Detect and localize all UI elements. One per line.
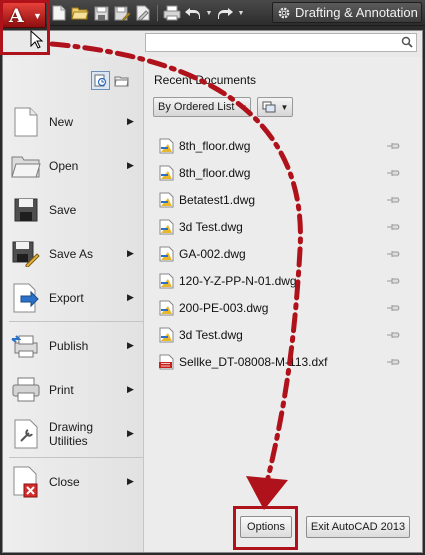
options-button[interactable]: Options (240, 516, 292, 538)
chevron-down-icon[interactable]: ▼ (205, 4, 213, 22)
menu-divider (9, 321, 143, 322)
dwg-file-icon (159, 246, 174, 262)
menu-item-open[interactable]: Open ▶ (3, 145, 143, 187)
recent-documents-view-icon[interactable] (91, 71, 110, 90)
application-menu: New ▶ Open ▶ Save Save As ▶ Export ▶ Pub… (2, 30, 423, 553)
open-icon[interactable] (71, 4, 89, 22)
recent-document-item[interactable]: GA-002.dwg (159, 242, 405, 266)
document-view-dropdown[interactable]: ▼ (257, 97, 293, 117)
pin-icon[interactable] (386, 249, 400, 259)
recent-document-item[interactable]: 3d Test.dwg (159, 215, 405, 239)
open-folder-icon (3, 154, 49, 178)
chevron-down-icon: ▼ (280, 102, 289, 112)
export-icon (3, 283, 49, 313)
dwg-file-icon (159, 138, 174, 154)
menu-item-drawing-utilities[interactable]: Drawing Utilities ▶ (3, 413, 143, 455)
pin-icon[interactable] (386, 141, 400, 151)
publish-icon (3, 333, 49, 359)
new-file-icon (3, 107, 49, 137)
print-icon[interactable] (163, 4, 181, 22)
gear-icon (278, 7, 290, 18)
recent-documents-title: Recent Documents (154, 73, 257, 87)
dwg-file-icon (159, 273, 174, 289)
recent-document-item[interactable]: Sellke_DT-08008-M-113.dxf (159, 350, 405, 374)
save-icon[interactable] (92, 4, 110, 22)
open-documents-view-icon[interactable] (112, 71, 131, 90)
save-icon (3, 198, 49, 222)
pin-icon[interactable] (386, 276, 400, 286)
toolbar-divider (157, 5, 158, 21)
menu-item-new[interactable]: New ▶ (3, 101, 143, 143)
pin-icon[interactable] (386, 168, 400, 178)
quick-access-icons: ▼ ▼ (50, 3, 245, 23)
autocad-logo-icon: A (9, 5, 24, 27)
dwg-file-icon (159, 300, 174, 316)
recent-document-item[interactable]: 120-Y-Z-PP-N-01.dwg (159, 269, 405, 293)
undo-icon[interactable] (184, 4, 202, 22)
dwg-file-icon (159, 165, 174, 181)
workspace-label: Drafting & Annotation (295, 5, 418, 20)
submenu-arrow-icon: ▶ (127, 248, 134, 258)
chevron-down-icon[interactable]: ▼ (237, 4, 245, 22)
dwg-file-icon (159, 219, 174, 235)
recent-document-item[interactable]: 8th_floor.dwg (159, 161, 405, 185)
submenu-arrow-icon: ▶ (127, 384, 134, 394)
submenu-arrow-icon: ▶ (127, 476, 134, 486)
pin-icon[interactable] (386, 330, 400, 340)
chevron-down-icon: ▼ (33, 11, 42, 21)
dwg-file-icon (159, 327, 174, 343)
recent-document-item[interactable]: 3d Test.dwg (159, 323, 405, 347)
submenu-arrow-icon: ▶ (127, 428, 134, 438)
pin-icon[interactable] (386, 195, 400, 205)
menu-item-export[interactable]: Export ▶ (3, 277, 143, 319)
submenu-arrow-icon: ▶ (127, 340, 134, 350)
quick-access-toolbar: A ▼ ▼ ▼ Drafting & Annotation (0, 0, 425, 28)
recent-document-item[interactable]: 200-PE-003.dwg (159, 296, 405, 320)
search-icon (401, 36, 413, 48)
dxf-file-icon (159, 354, 174, 370)
menu-item-close[interactable]: Close ▶ (3, 461, 143, 503)
menu-item-print[interactable]: Print ▶ (3, 369, 143, 411)
submenu-arrow-icon: ▶ (127, 116, 134, 126)
icon-view-icon (262, 101, 276, 113)
submenu-arrow-icon: ▶ (127, 292, 134, 302)
recent-document-item[interactable]: Betatest1.dwg (159, 188, 405, 212)
dwg-file-icon (159, 192, 174, 208)
menu-item-publish[interactable]: Publish ▶ (3, 325, 143, 367)
recent-document-item[interactable]: 8th_floor.dwg (159, 134, 405, 158)
close-drawing-icon (3, 466, 49, 498)
submenu-arrow-icon: ▶ (127, 160, 134, 170)
new-icon[interactable] (50, 4, 68, 22)
plot-preview-icon[interactable] (134, 4, 152, 22)
chevron-down-icon: ▼ (239, 102, 248, 112)
redo-icon[interactable] (216, 4, 234, 22)
menu-divider (9, 457, 143, 458)
pin-icon[interactable] (386, 222, 400, 232)
search-input[interactable] (145, 33, 417, 52)
view-toggle-group (91, 71, 131, 90)
pin-icon[interactable] (386, 357, 400, 367)
save-as-icon[interactable] (113, 4, 131, 22)
drawing-utilities-icon (3, 419, 49, 449)
workspace-switcher[interactable]: Drafting & Annotation (272, 2, 422, 23)
exit-autocad-button[interactable]: Exit AutoCAD 2013 (306, 516, 410, 538)
save-as-icon (3, 241, 49, 267)
application-menu-button[interactable]: A ▼ (2, 2, 46, 28)
menu-item-save-as[interactable]: Save As ▶ (3, 233, 143, 275)
print-icon (3, 377, 49, 403)
pin-icon[interactable] (386, 303, 400, 313)
menu-item-save[interactable]: Save (3, 189, 143, 231)
order-by-dropdown[interactable]: By Ordered List ▼ (153, 97, 251, 117)
